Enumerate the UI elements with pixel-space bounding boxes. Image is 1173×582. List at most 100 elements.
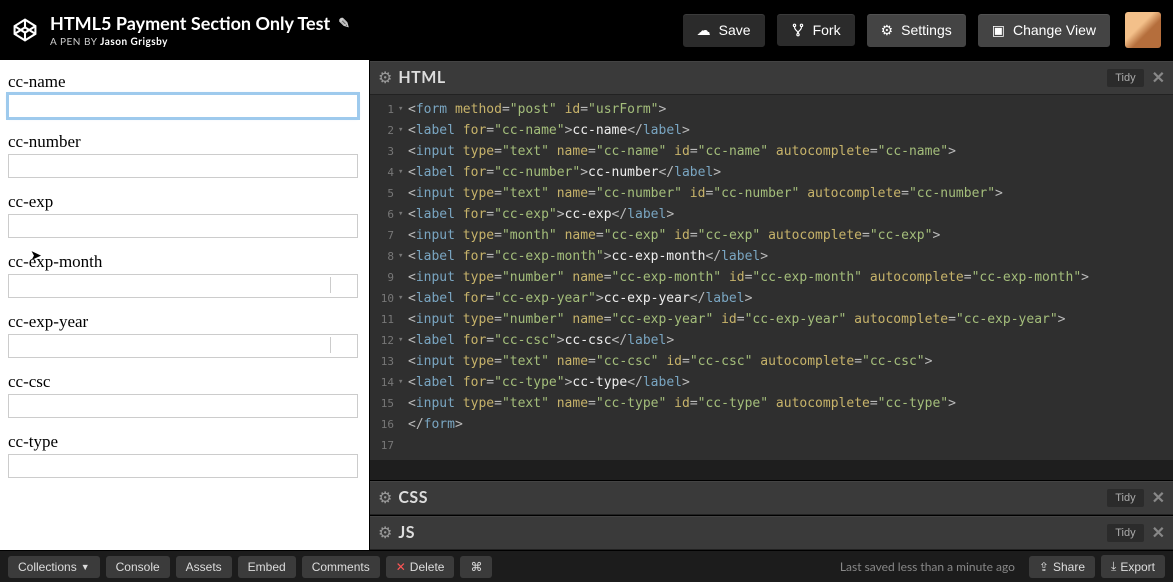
panel-css: ⚙ CSS Tidy ✕ (370, 480, 1173, 515)
fold-arrow-icon[interactable]: ▾ (398, 330, 408, 351)
code-content[interactable]: <input type="text" name="cc-name" id="cc… (408, 141, 1173, 162)
fold-arrow-icon[interactable] (398, 225, 408, 246)
code-line[interactable]: 13<input type="text" name="cc-csc" id="c… (370, 351, 1173, 372)
export-button[interactable]: ⤓Export (1101, 555, 1165, 578)
code-line[interactable]: 17 (370, 435, 1173, 456)
edit-title-icon[interactable]: ✎ (338, 14, 350, 32)
code-content[interactable]: <input type="text" name="cc-type" id="cc… (408, 393, 1173, 414)
input-cc-name[interactable] (8, 94, 358, 118)
code-line[interactable]: 5 <input type="text" name="cc-number" id=… (370, 183, 1173, 204)
line-number: 17 (370, 435, 398, 456)
fold-arrow-icon[interactable] (398, 435, 408, 456)
line-number: 9 (370, 267, 398, 288)
assets-button[interactable]: Assets (176, 556, 232, 578)
comments-button[interactable]: Comments (302, 556, 380, 578)
codepen-logo-icon[interactable] (12, 17, 38, 43)
share-button[interactable]: ⇪Share (1029, 556, 1095, 578)
change-view-button[interactable]: ▣ Change View (977, 13, 1111, 48)
panel-js-header: ⚙ JS Tidy ✕ (370, 516, 1173, 550)
css-close-icon[interactable]: ✕ (1152, 488, 1165, 507)
input-cc-exp-month[interactable] (8, 274, 358, 298)
css-settings-gear-icon[interactable]: ⚙ (378, 488, 392, 507)
code-content[interactable]: <input type="number" name="cc-exp-year" … (408, 309, 1173, 330)
input-cc-number[interactable] (8, 154, 358, 178)
fold-arrow-icon[interactable] (398, 414, 408, 435)
code-content[interactable]: <label for="cc-exp">cc-exp</label> (408, 204, 1173, 225)
label-cc-csc: cc-csc (8, 372, 361, 392)
html-settings-gear-icon[interactable]: ⚙ (378, 68, 392, 87)
code-line[interactable]: 8▾<label for="cc-exp-month">cc-exp-month… (370, 246, 1173, 267)
code-content[interactable]: <label for="cc-type">cc-type</label> (408, 372, 1173, 393)
export-icon: ⤓ (1111, 559, 1116, 574)
code-content[interactable] (408, 435, 1173, 456)
code-line[interactable]: 4▾<label for="cc-number">cc-number</labe… (370, 162, 1173, 183)
code-content[interactable]: <label for="cc-csc">cc-csc</label> (408, 330, 1173, 351)
fold-arrow-icon[interactable]: ▾ (398, 372, 408, 393)
fold-arrow-icon[interactable]: ▾ (398, 99, 408, 120)
code-line[interactable]: 1▾<form method="post" id="usrForm"> (370, 99, 1173, 120)
fold-arrow-icon[interactable] (398, 351, 408, 372)
panel-css-title: CSS (398, 488, 428, 507)
panel-html: ⚙ HTML Tidy ✕ 1▾<form method="post" id="… (370, 60, 1173, 480)
fold-arrow-icon[interactable] (398, 309, 408, 330)
user-avatar[interactable] (1125, 12, 1161, 48)
fold-arrow-icon[interactable] (398, 267, 408, 288)
collections-button[interactable]: Collections ▼ (8, 556, 100, 578)
code-line[interactable]: 3<input type="text" name="cc-name" id="c… (370, 141, 1173, 162)
console-button[interactable]: Console (106, 556, 170, 578)
fold-arrow-icon[interactable] (398, 393, 408, 414)
fold-arrow-icon[interactable]: ▾ (398, 204, 408, 225)
input-cc-exp-year[interactable] (8, 334, 358, 358)
pen-title[interactable]: HTML5 Payment Section Only Test (50, 12, 330, 34)
line-number: 5 (370, 183, 398, 204)
input-cc-csc[interactable] (8, 394, 358, 418)
code-line[interactable]: 7<input type="month" name="cc-exp" id="c… (370, 225, 1173, 246)
code-line[interactable]: 11<input type="number" name="cc-exp-year… (370, 309, 1173, 330)
fold-arrow-icon[interactable] (398, 141, 408, 162)
code-content[interactable]: <form method="post" id="usrForm"> (408, 99, 1173, 120)
fold-arrow-icon[interactable]: ▾ (398, 246, 408, 267)
js-close-icon[interactable]: ✕ (1152, 523, 1165, 542)
code-line[interactable]: 15<input type="text" name="cc-type" id="… (370, 393, 1173, 414)
code-line[interactable]: 6▾<label for="cc-exp">cc-exp</label> (370, 204, 1173, 225)
code-content[interactable]: <label for="cc-exp-month">cc-exp-month</… (408, 246, 1173, 267)
code-content[interactable]: <label for="cc-exp-year">cc-exp-year</la… (408, 288, 1173, 309)
code-line[interactable]: 12▾<label for="cc-csc">cc-csc</label> (370, 330, 1173, 351)
input-cc-exp[interactable] (8, 214, 358, 238)
css-tidy-button[interactable]: Tidy (1107, 489, 1143, 507)
save-button[interactable]: ☁ Save (682, 13, 766, 48)
line-number: 4 (370, 162, 398, 183)
code-content[interactable]: <input type="text" name="cc-number" id="… (408, 183, 1173, 204)
code-content[interactable]: </form> (408, 414, 1173, 435)
delete-button[interactable]: ✕Delete (386, 556, 455, 578)
js-settings-gear-icon[interactable]: ⚙ (378, 523, 392, 542)
code-content[interactable]: <input type="number" name="cc-exp-month"… (408, 267, 1173, 288)
code-line[interactable]: 14▾<label for="cc-type">cc-type</label> (370, 372, 1173, 393)
code-content[interactable]: <input type="text" name="cc-csc" id="cc-… (408, 351, 1173, 372)
fold-arrow-icon[interactable]: ▾ (398, 162, 408, 183)
panel-html-title: HTML (398, 68, 445, 87)
pen-author[interactable]: Jason Grigsby (100, 36, 168, 48)
settings-button[interactable]: ⚙ Settings (866, 13, 967, 48)
input-cc-type[interactable] (8, 454, 358, 478)
js-tidy-button[interactable]: Tidy (1107, 524, 1143, 542)
html-tidy-button[interactable]: Tidy (1107, 69, 1143, 87)
embed-button[interactable]: Embed (238, 556, 296, 578)
fold-arrow-icon[interactable] (398, 183, 408, 204)
fold-arrow-icon[interactable]: ▾ (398, 120, 408, 141)
chevron-down-icon: ▼ (81, 562, 90, 572)
keyboard-shortcuts-button[interactable]: ⌘ (460, 556, 492, 578)
line-number: 6 (370, 204, 398, 225)
html-close-icon[interactable]: ✕ (1152, 68, 1165, 87)
html-editor[interactable]: 1▾<form method="post" id="usrForm">2▾<la… (370, 95, 1173, 460)
code-line[interactable]: 9 <input type="number" name="cc-exp-month… (370, 267, 1173, 288)
code-line[interactable]: 2▾<label for="cc-name">cc-name</label> (370, 120, 1173, 141)
code-content[interactable]: <label for="cc-name">cc-name</label> (408, 120, 1173, 141)
code-line[interactable]: 16</form> (370, 414, 1173, 435)
code-content[interactable]: <input type="month" name="cc-exp" id="cc… (408, 225, 1173, 246)
fork-button[interactable]: Fork (776, 13, 856, 47)
code-line[interactable]: 10▾<label for="cc-exp-year">cc-exp-year<… (370, 288, 1173, 309)
save-label: Save (719, 22, 751, 38)
fold-arrow-icon[interactable]: ▾ (398, 288, 408, 309)
code-content[interactable]: <label for="cc-number">cc-number</label> (408, 162, 1173, 183)
